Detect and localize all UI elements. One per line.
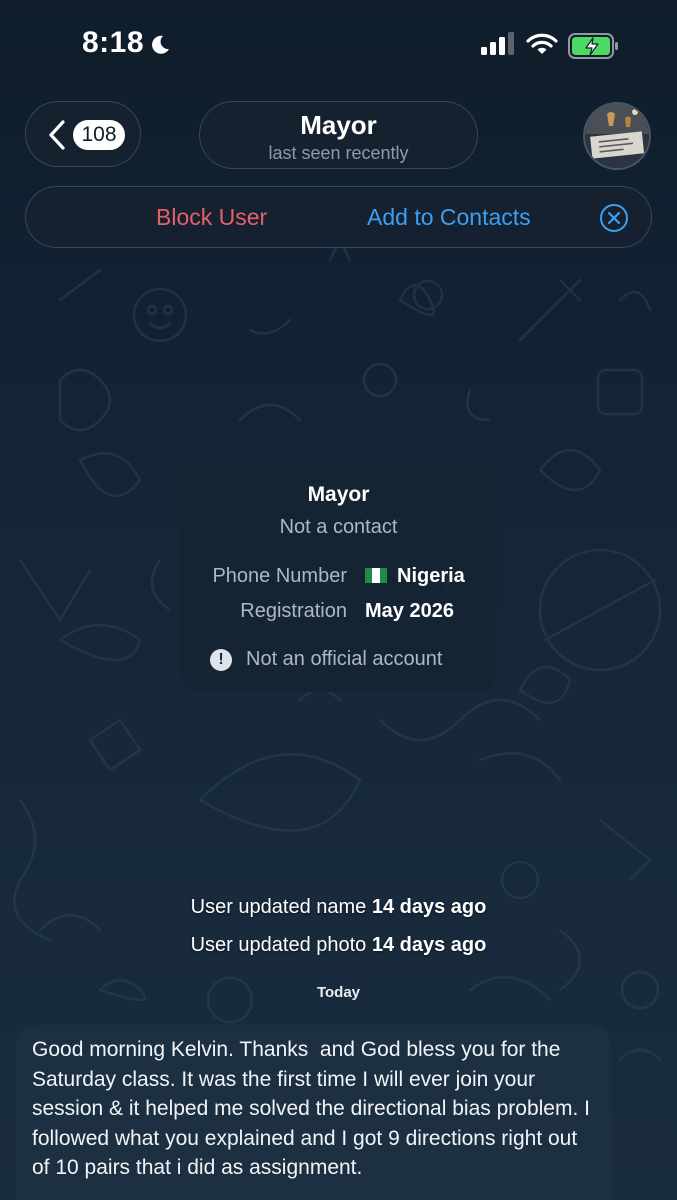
message-text: Good morning Kelvin. Thanks and God bles…	[32, 1038, 596, 1179]
close-circle-icon[interactable]	[599, 203, 629, 233]
nigeria-flag-icon	[365, 568, 387, 583]
moon-icon	[152, 35, 169, 54]
chevron-left-icon	[49, 120, 65, 150]
block-user-button[interactable]: Block User	[156, 204, 267, 231]
phone-number-label: Phone Number	[212, 565, 347, 587]
message-bubble-incoming[interactable]: Good morning Kelvin. Thanks and God bles…	[16, 1025, 611, 1200]
wifi-icon	[526, 33, 558, 54]
phone-number-value: Nigeria	[365, 565, 465, 588]
registration-value: May 2026	[365, 600, 454, 622]
service-message-time: 14 days ago	[371, 896, 487, 918]
contact-info-card: Mayor Not a contact Phone Number Nigeria…	[180, 460, 497, 692]
service-message-text: User updated name	[190, 896, 367, 918]
profile-photo-icon	[585, 104, 649, 168]
chat-title: Mayor	[300, 110, 377, 140]
cellular-signal-icon	[481, 32, 514, 55]
chat-title-pill[interactable]: Mayor last seen recently	[199, 101, 478, 169]
official-account-notice: ! Not an official account	[210, 648, 442, 671]
status-bar: 8:18	[0, 0, 677, 92]
phone-country: Nigeria	[397, 565, 465, 587]
date-divider: Today	[316, 984, 361, 1001]
service-message: User updated photo 14 days ago	[0, 934, 677, 957]
add-to-contacts-button[interactable]: Add to Contacts	[367, 204, 531, 231]
service-message: User updated name 14 days ago	[0, 896, 677, 919]
exclamation-circle-icon: !	[210, 649, 232, 671]
notice-text: Not an official account	[246, 648, 443, 670]
battery-charging-icon	[568, 33, 618, 59]
avatar[interactable]	[583, 102, 651, 170]
contact-name: Mayor	[307, 483, 370, 506]
service-message-text: User updated photo	[190, 934, 367, 956]
chat-subtitle: last seen recently	[268, 143, 409, 163]
contact-status: Not a contact	[279, 516, 398, 538]
unread-count-badge: 108	[73, 120, 125, 150]
back-button[interactable]: 108	[25, 101, 141, 167]
registration-label: Registration	[240, 600, 347, 622]
service-message-time: 14 days ago	[371, 934, 487, 956]
contact-action-bar: Block User Add to Contacts	[25, 186, 652, 248]
status-time: 8:18	[82, 26, 145, 59]
